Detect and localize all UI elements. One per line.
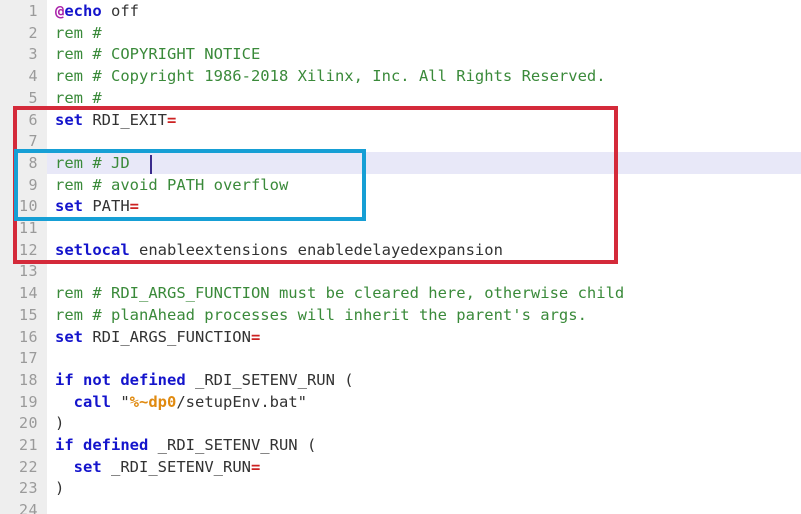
code-token: PATH [83, 197, 130, 216]
code-token: set [55, 197, 83, 216]
line-number: 17 [18, 349, 38, 368]
line-number: 4 [28, 67, 38, 86]
code-token: = [250, 327, 261, 346]
code-line[interactable]: @echo off [47, 1, 801, 23]
code-line[interactable]: ) [47, 413, 801, 435]
line-number: 24 [18, 501, 38, 514]
line-number: 5 [28, 88, 38, 107]
code-token: RDI_EXIT [83, 110, 167, 129]
code-token: rem # Copyright 1986-2018 Xilinx, Inc. A… [55, 67, 606, 86]
code-token: off [101, 2, 139, 20]
code-token: rem # [55, 23, 102, 42]
line-number: 23 [18, 479, 38, 498]
code-token: set [55, 327, 83, 346]
line-number: 12 [18, 240, 38, 259]
line-number: 22 [18, 457, 38, 476]
line-number-gutter: 1 2 3 4 5 6 7 8 9 10 11 12 13 14 15 16 17 18 19 20 21 22 23 24 [0, 0, 47, 514]
code-token: @ [55, 2, 65, 20]
line-number: 13 [18, 262, 38, 281]
code-token: set [73, 457, 102, 476]
line-number: 21 [18, 436, 38, 454]
line-number: 18 [18, 370, 38, 389]
text-caret [150, 154, 152, 174]
code-line[interactable]: set RDI_EXIT= [47, 110, 801, 132]
code-line[interactable]: if not defined _RDI_SETENV_RUN ( [47, 370, 801, 392]
code-token: rem # RDI_ARGS_FUNCTION must be cleared … [55, 284, 625, 303]
code-token: if defined [55, 436, 149, 454]
code-line[interactable]: rem # [47, 23, 801, 45]
code-token: ) [55, 414, 65, 433]
code-line[interactable]: ) [47, 478, 801, 500]
line-number: 1 [28, 2, 38, 20]
code-token: rem # JD [55, 153, 130, 172]
code-token: enableextensions enabledelayedexpansion [129, 240, 503, 259]
line-number: 10 [18, 197, 38, 216]
code-line[interactable]: rem # Copyright 1986-2018 Xilinx, Inc. A… [47, 66, 801, 88]
code-line[interactable]: if defined _RDI_SETENV_RUN ( [47, 435, 801, 457]
code-token: set [55, 110, 83, 129]
code-line[interactable]: call "%~dp0/setupEnv.bat" [47, 392, 801, 414]
code-line[interactable]: rem # avoid PATH overflow [47, 175, 801, 197]
code-token: = [129, 197, 140, 216]
code-line[interactable] [47, 131, 801, 153]
line-number: 19 [18, 392, 38, 411]
line-number: 20 [18, 414, 38, 433]
code-token: _RDI_SETENV_RUN [101, 457, 251, 476]
code-line[interactable] [47, 261, 801, 283]
line-number: 15 [18, 305, 38, 324]
code-line[interactable]: set PATH= [47, 196, 801, 218]
code-token: setlocal [55, 240, 130, 259]
code-token: _RDI_SETENV_RUN ( [148, 436, 317, 454]
code-token: RDI_ARGS_FUNCTION [83, 327, 251, 346]
code-token: echo [64, 2, 102, 20]
line-number: 8 [28, 153, 38, 172]
code-line[interactable]: rem # planAhead processes will inherit t… [47, 305, 801, 327]
code-token: " [111, 392, 130, 411]
code-token: /setupEnv.bat" [176, 392, 307, 411]
code-token: _RDI_SETENV_RUN ( [185, 370, 354, 389]
code-line[interactable]: rem # COPYRIGHT NOTICE [47, 44, 801, 66]
line-number: 11 [18, 219, 38, 237]
code-line[interactable]: set RDI_ARGS_FUNCTION= [47, 327, 801, 349]
line-number: 7 [28, 132, 38, 151]
code-line[interactable]: rem # [47, 88, 801, 110]
line-number: 9 [28, 175, 38, 194]
code-token: rem # [55, 88, 102, 107]
line-number: 6 [28, 110, 38, 129]
code-line[interactable]: rem # JD [47, 153, 801, 175]
code-token: rem # planAhead processes will inherit t… [55, 305, 587, 324]
code-token: rem # COPYRIGHT NOTICE [55, 45, 261, 64]
code-line[interactable] [47, 500, 801, 514]
code-line[interactable]: set _RDI_SETENV_RUN= [47, 457, 801, 479]
code-token: = [250, 457, 261, 476]
code-token: ) [55, 479, 65, 498]
code-token: rem # avoid PATH overflow [55, 175, 289, 194]
line-number: 16 [18, 327, 38, 346]
code-token: %~dp0 [129, 392, 177, 411]
line-number: 2 [28, 23, 38, 42]
code-line[interactable]: rem # RDI_ARGS_FUNCTION must be cleared … [47, 283, 801, 305]
code-line[interactable]: setlocal enableextensions enabledelayede… [47, 240, 801, 262]
code-line[interactable] [47, 348, 801, 370]
code-token: if not defined [55, 370, 186, 389]
code-content-area[interactable]: @echo off rem # rem # COPYRIGHT NOTICE rem … [47, 0, 801, 514]
code-token: = [167, 110, 177, 129]
code-line[interactable] [47, 218, 801, 240]
line-number: 14 [18, 284, 38, 303]
code-editor[interactable]: 1 2 3 4 5 6 7 8 9 10 11 12 13 14 15 16 17 18 19 20 21 22 23 24 … [0, 0, 801, 514]
line-number: 3 [28, 45, 38, 64]
code-token: call [73, 392, 111, 411]
